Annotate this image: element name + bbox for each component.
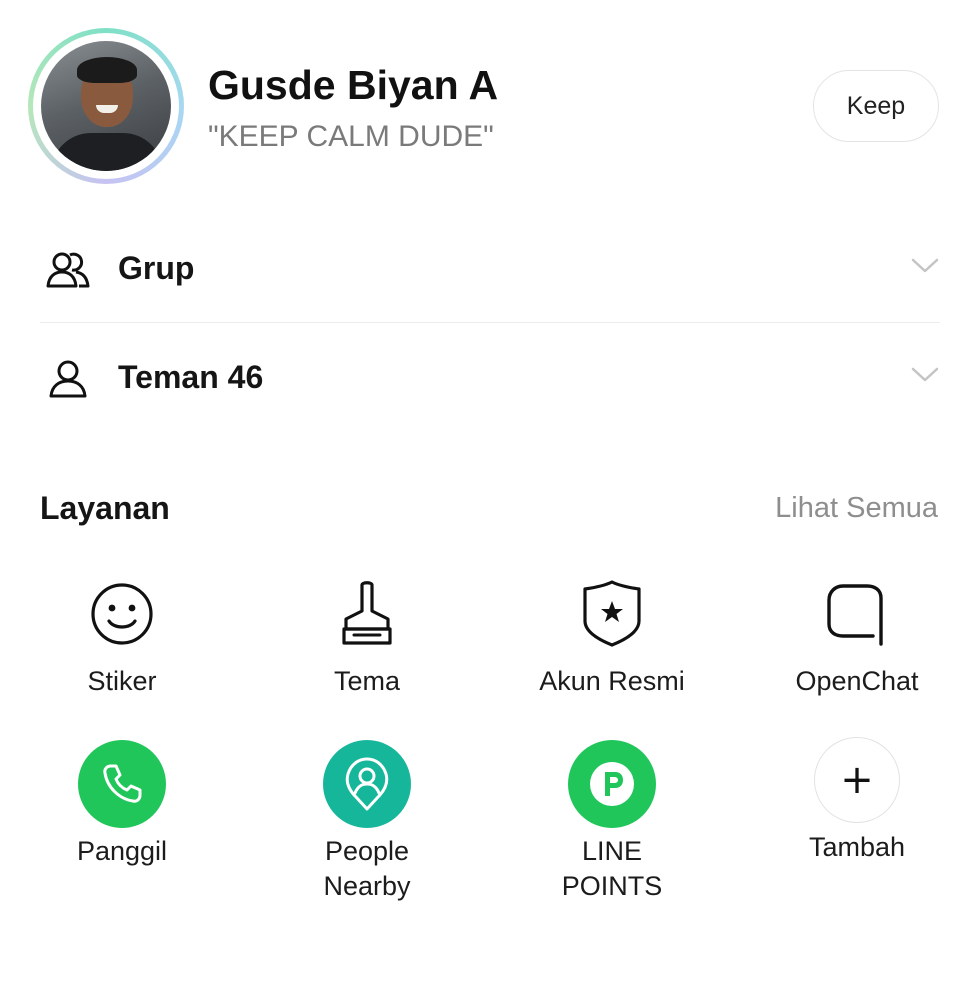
keep-button[interactable]: Keep — [813, 70, 939, 142]
shield-star-icon — [583, 580, 641, 647]
service-openchat[interactable]: OpenChat — [757, 570, 957, 699]
profile-name[interactable]: Gusde Biyan A — [208, 62, 498, 109]
service-add[interactable]: + Tambah — [757, 736, 957, 865]
friends-label: Teman 46 — [118, 359, 264, 395]
service-label: Tema — [333, 666, 401, 696]
service-official-accounts[interactable]: Akun Resmi — [512, 570, 712, 699]
service-label: Stiker — [87, 666, 157, 696]
points-p-icon — [590, 762, 634, 806]
services-title: Layanan — [40, 490, 170, 526]
service-people-nearby[interactable]: People Nearby — [267, 740, 467, 904]
chevron-down-icon[interactable] — [910, 365, 940, 385]
service-label: Panggil — [76, 836, 168, 866]
phone-icon — [103, 764, 142, 803]
group-label: Grup — [118, 250, 195, 286]
smiley-icon — [91, 583, 153, 645]
service-line-points[interactable]: LINE POINTS — [512, 740, 712, 904]
plus-icon: + — [814, 737, 900, 823]
service-call[interactable]: Panggil — [22, 740, 222, 869]
service-themes[interactable]: Tema — [267, 570, 467, 699]
avatar[interactable] — [28, 28, 184, 184]
avatar-photo — [41, 41, 171, 171]
profile-header: Gusde Biyan A "KEEP CALM DUDE" Keep — [0, 0, 980, 200]
friends-row[interactable]: Teman 46 — [40, 339, 940, 419]
chevron-down-icon[interactable] — [910, 256, 940, 276]
service-label: Tambah — [808, 832, 906, 862]
service-label: LINE POINTS — [561, 836, 663, 901]
service-label: People Nearby — [323, 836, 411, 901]
service-label: Akun Resmi — [539, 666, 685, 696]
group-icon — [46, 252, 90, 288]
location-pin-person-icon — [345, 757, 389, 811]
service-stickers[interactable]: Stiker — [22, 570, 222, 699]
person-icon — [49, 360, 87, 398]
open-chat-icon — [827, 584, 883, 646]
profile-status-message[interactable]: "KEEP CALM DUDE" — [208, 120, 494, 154]
group-row[interactable]: Grup — [40, 230, 940, 310]
service-label: OpenChat — [795, 666, 919, 696]
brush-icon — [342, 581, 392, 645]
see-all-link[interactable]: Lihat Semua — [775, 492, 938, 525]
divider — [40, 322, 940, 323]
